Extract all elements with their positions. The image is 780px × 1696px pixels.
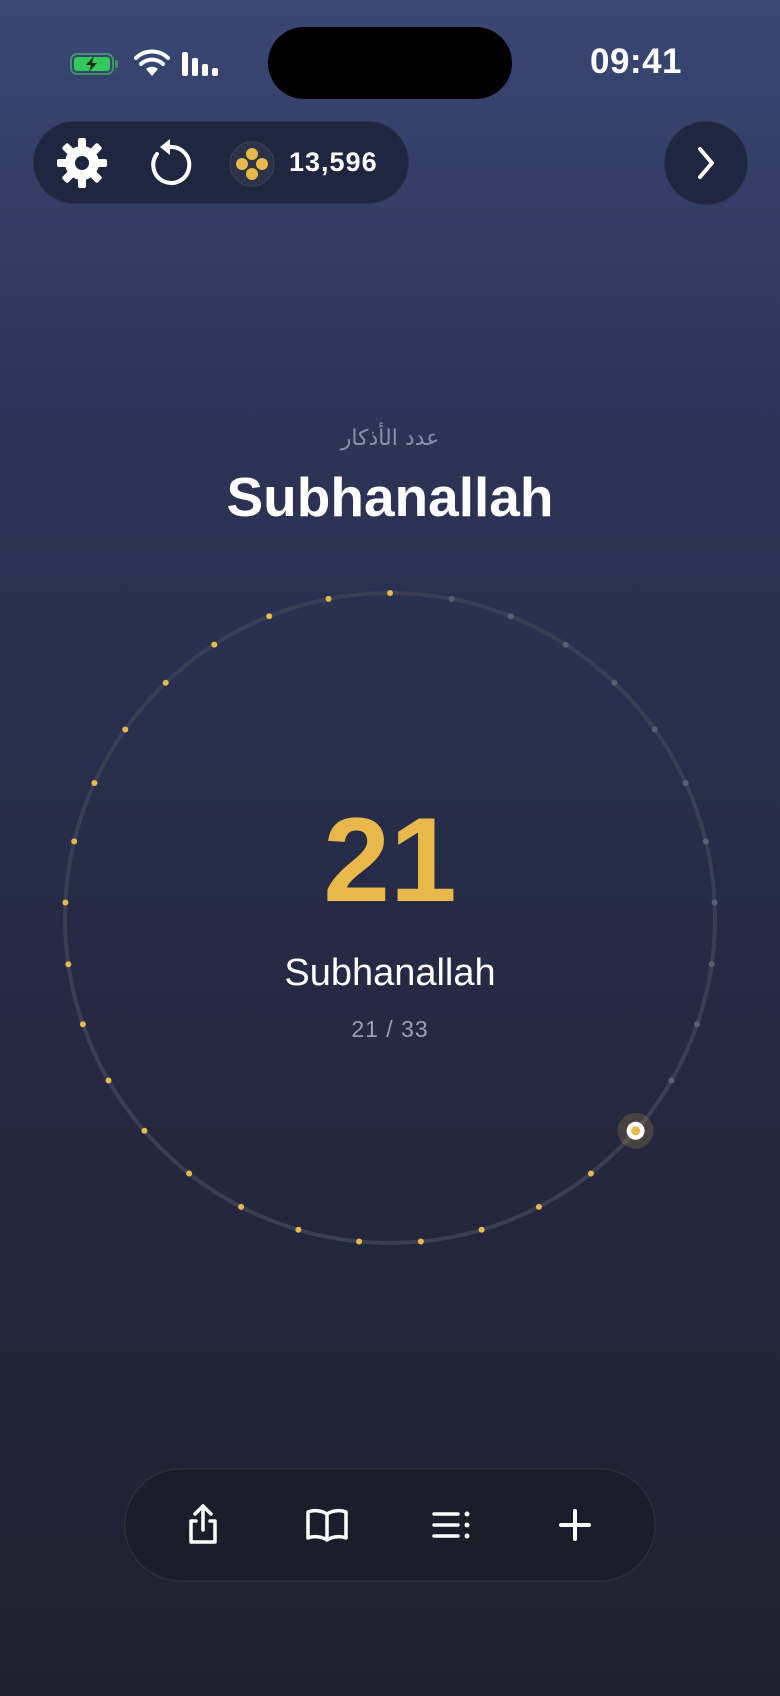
- dhikr-count-label: عدد الأذكار: [340, 426, 440, 451]
- coin-icon: [229, 141, 275, 187]
- cellular-signal-icon: [182, 52, 218, 76]
- gear-icon: [57, 138, 107, 188]
- list-icon: [432, 1511, 470, 1539]
- count-value: 21: [323, 793, 457, 927]
- plus-icon: [559, 1509, 591, 1541]
- add-button[interactable]: [550, 1500, 600, 1550]
- reset-button[interactable]: [143, 136, 197, 190]
- status-bar: 09:41: [0, 0, 780, 130]
- battery-charging-icon: [70, 53, 118, 75]
- book-button[interactable]: [302, 1500, 352, 1550]
- settings-button[interactable]: [55, 136, 109, 190]
- next-dhikr-button[interactable]: [664, 121, 748, 205]
- status-time: 09:41: [590, 42, 683, 81]
- bottom-action-bar: [124, 1468, 656, 1582]
- share-icon: [189, 1504, 217, 1544]
- top-toolbar: 13,596: [33, 121, 409, 204]
- count-progress: 21 / 33: [351, 1016, 429, 1042]
- share-button[interactable]: [178, 1500, 228, 1550]
- coins-balance: 13,596: [289, 147, 378, 177]
- list-button[interactable]: [426, 1500, 476, 1550]
- dhikr-title: Subhanallah: [226, 466, 554, 528]
- chevron-right-icon: [698, 147, 714, 179]
- book-icon: [306, 1508, 348, 1542]
- count-dhikr-name: Subhanallah: [284, 952, 496, 994]
- dynamic-island: [268, 27, 512, 99]
- wifi-icon: [134, 49, 170, 76]
- reset-icon: [151, 139, 192, 185]
